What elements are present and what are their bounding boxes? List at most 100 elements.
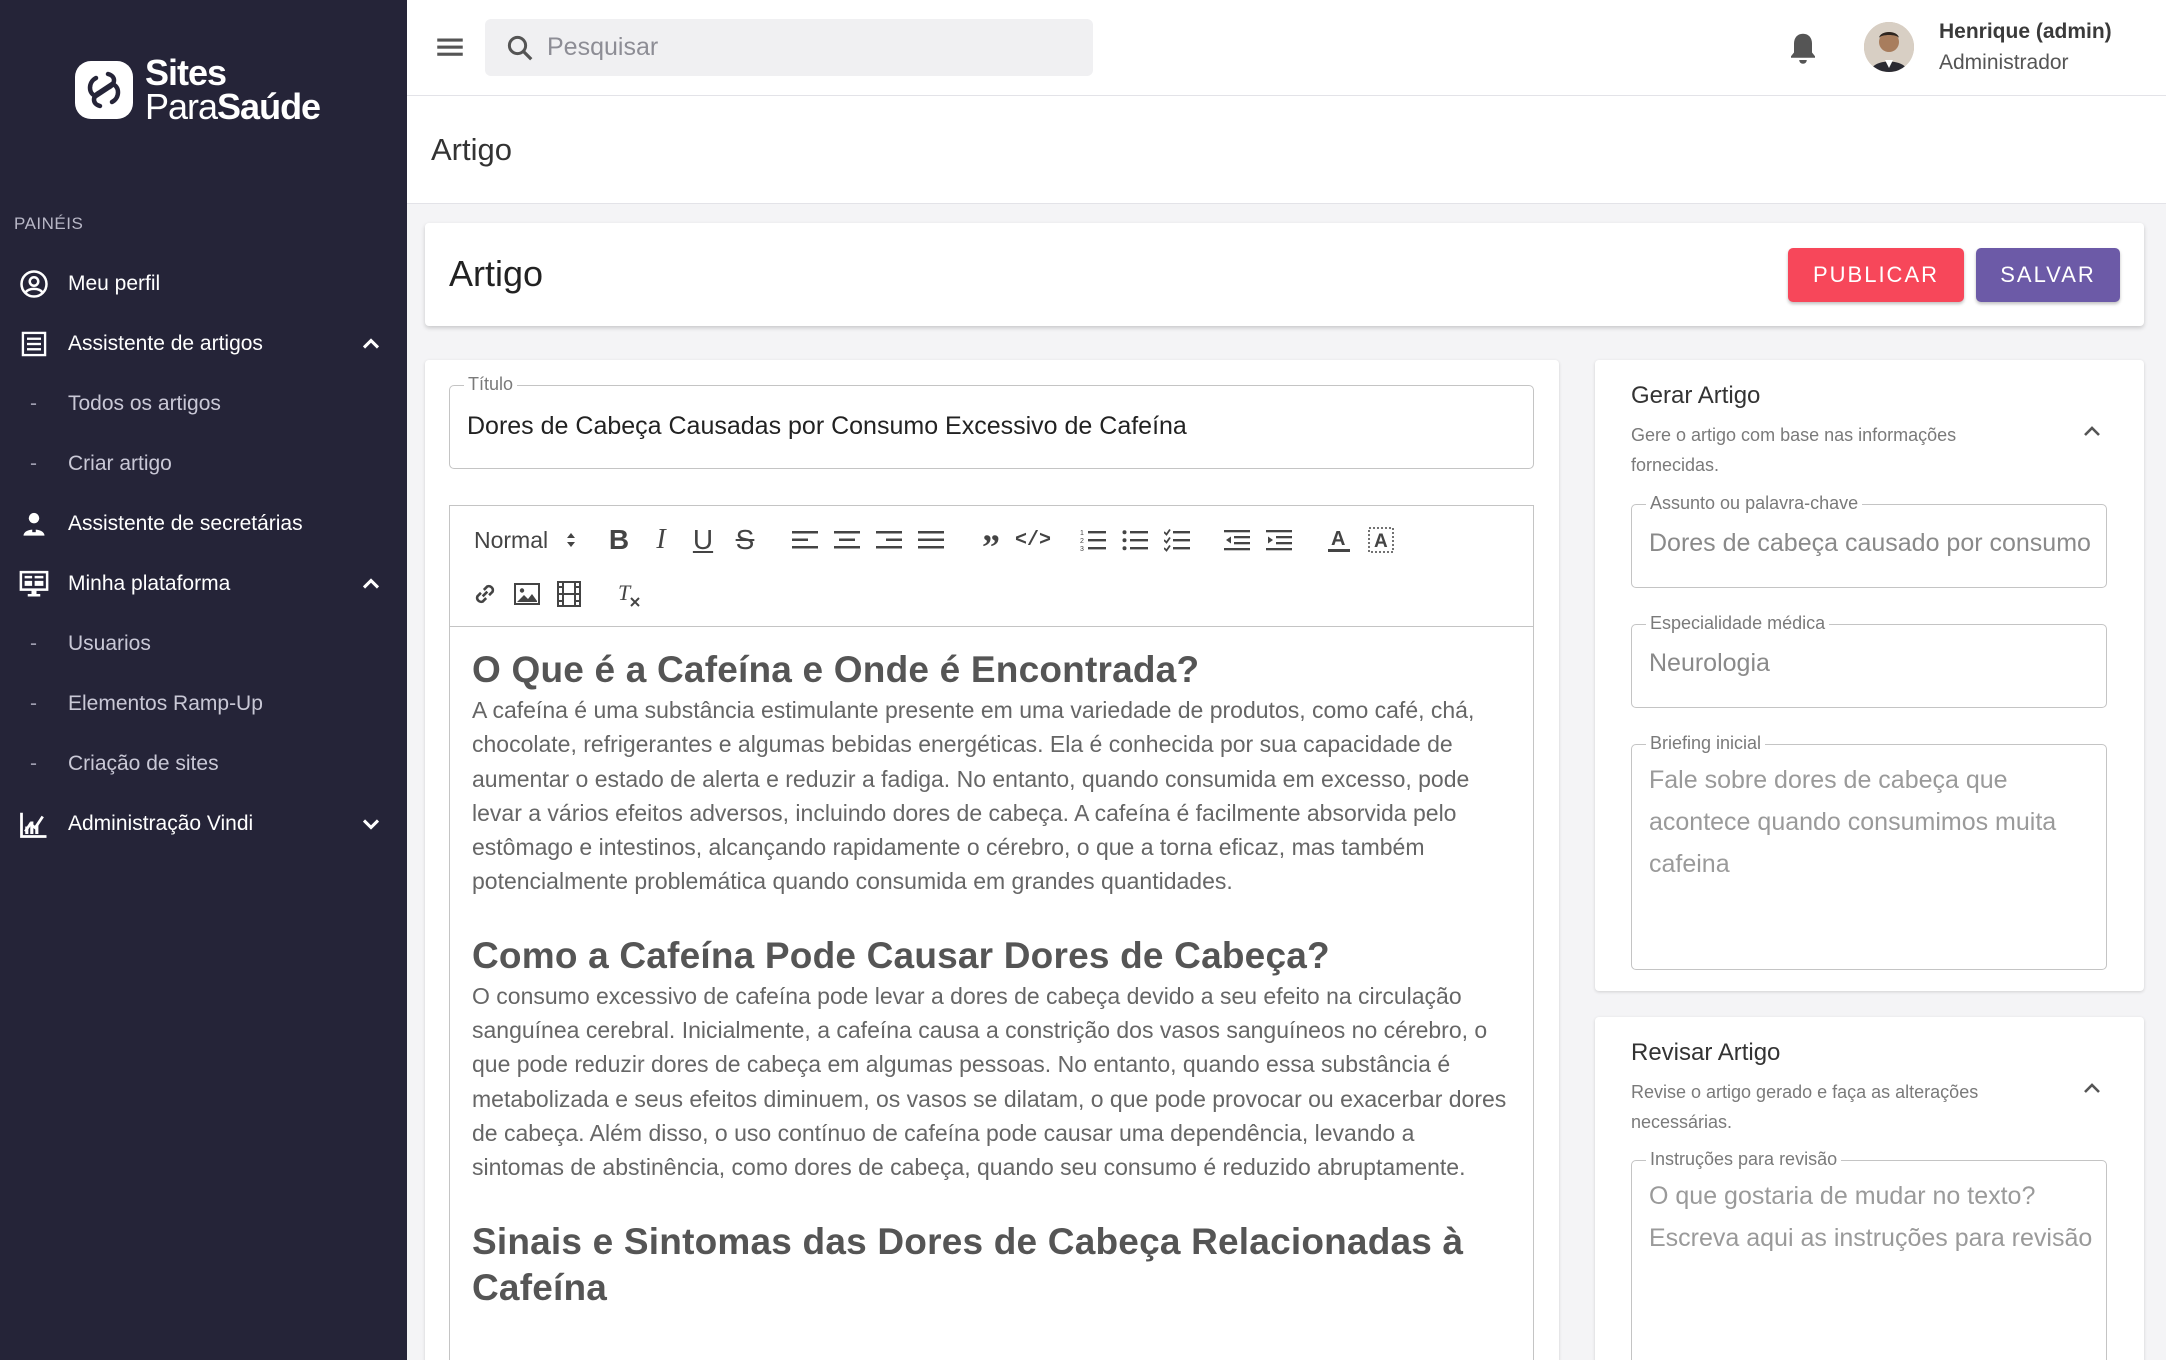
sidebar-item-label: Todos os artigos (68, 392, 221, 415)
content-heading: O Que é a Cafeína e Onde é Encontrada? (472, 649, 1200, 690)
quote-icon: ” (982, 527, 1000, 567)
code-icon: </> (1014, 528, 1051, 552)
sidebar-item-administracao-vindi[interactable]: Administração Vindi (0, 794, 407, 854)
video-button[interactable] (548, 573, 590, 615)
sidebar-item-criar-artigo[interactable]: - Criar artigo (0, 434, 407, 494)
topic-field-label: Assunto ou palavra-chave (1646, 493, 1863, 514)
svg-text:T: T (618, 580, 632, 605)
align-center-button[interactable] (826, 519, 868, 561)
submenu-dash: - (30, 452, 37, 475)
indent-button[interactable] (1258, 519, 1300, 561)
sidebar-item-label: Assistente de artigos (68, 332, 263, 355)
chevron-down-icon[interactable] (357, 810, 385, 838)
sidebar-item-label: Minha plataforma (68, 572, 231, 595)
title-field-value[interactable]: Dores de Cabeça Causadas por Consumo Exc… (467, 412, 1187, 441)
publish-button[interactable]: PUBLICAR (1788, 248, 1964, 302)
blockquote-button[interactable]: ” (970, 519, 1012, 565)
topic-field-value[interactable]: Dores de cabeça causado por consumo de c… (1649, 529, 2091, 558)
review-instructions-field[interactable]: Instruções para revisão O que gostaria d… (1631, 1149, 2109, 1360)
card-title: Artigo (449, 253, 544, 294)
chevron-up-icon[interactable] (357, 330, 385, 358)
sidebar-item-usuarios[interactable]: - Usuarios (0, 614, 407, 674)
image-button[interactable] (506, 573, 548, 615)
user-avatar[interactable] (1864, 22, 1914, 72)
specialty-field[interactable]: Especialidade médica Neurologia (1631, 613, 2107, 708)
bold-button[interactable]: B (598, 519, 640, 561)
code-block-button[interactable]: </> (1012, 519, 1054, 561)
logo-icon (75, 61, 133, 119)
background-color-button[interactable]: A (1360, 519, 1402, 561)
align-left-button[interactable] (784, 519, 826, 561)
support-agent-icon (18, 508, 50, 540)
sidebar-item-criacao-sites[interactable]: - Criação de sites (0, 734, 407, 794)
italic-icon: I (656, 524, 666, 555)
search-bar (485, 19, 1093, 76)
clear-format-button[interactable]: T (608, 573, 650, 615)
outdent-icon (1224, 530, 1250, 551)
align-left-icon (792, 531, 818, 549)
checklist-button[interactable] (1156, 519, 1198, 561)
sidebar-item-assistente-artigos[interactable]: Assistente de artigos (0, 314, 407, 374)
sidebar-item-todos-artigos[interactable]: - Todos os artigos (0, 374, 407, 434)
sidebar-item-label: Administração Vindi (68, 812, 254, 835)
clear-format-icon: T (618, 580, 640, 607)
checklist-icon (1164, 528, 1190, 552)
chevron-up-icon[interactable] (2080, 420, 2104, 444)
topic-field[interactable]: Assunto ou palavra-chave Dores de cabeça… (1631, 493, 2107, 588)
sidebar-item-elementos-ramp-up[interactable]: - Elementos Ramp-Up (0, 674, 407, 734)
link-button[interactable] (464, 573, 506, 615)
generate-card-title: Gerar Artigo (1631, 382, 1761, 409)
hamburger-menu-icon[interactable] (433, 30, 467, 64)
sidebar-item-label: Criar artigo (68, 452, 172, 475)
review-instructions-placeholder[interactable]: O que gostaria de mudar no texto? Escrev… (1649, 1175, 2109, 1259)
chevron-up-icon[interactable] (357, 570, 385, 598)
svg-text:1: 1 (1080, 530, 1084, 537)
bullet-list-icon (1122, 530, 1148, 551)
text-color-icon: A (1328, 528, 1350, 552)
select-arrows-icon (567, 533, 575, 547)
text-color-button[interactable]: A (1318, 519, 1360, 561)
align-right-button[interactable] (868, 519, 910, 561)
sidebar-item-meu-perfil[interactable]: Meu perfil (0, 254, 407, 314)
title-field[interactable]: Título Dores de Cabeça Causadas por Cons… (449, 374, 1534, 469)
outdent-button[interactable] (1216, 519, 1258, 561)
account-circle-icon (18, 268, 50, 300)
sidebar: Sites ParaSaúde PAINÉIS Meu perfil Assis… (0, 0, 407, 1360)
video-icon (557, 581, 581, 607)
italic-button[interactable]: I (640, 519, 682, 561)
ordered-list-button[interactable]: 123 (1072, 519, 1114, 561)
save-button[interactable]: SALVAR (1976, 248, 2120, 302)
article-header-card: Artigo PUBLICAR SALVAR (425, 223, 2144, 326)
page-title: Artigo (431, 132, 512, 167)
user-name: Henrique (admin) (1939, 20, 2112, 43)
brand-line2-a: Para (145, 86, 218, 127)
review-card-title: Revisar Artigo (1631, 1039, 1781, 1066)
generate-card-description: Gere o artigo com base nas informações f… (1631, 425, 1957, 475)
align-right-icon (876, 531, 902, 549)
sidebar-item-label: Assistente de secretárias (68, 512, 303, 535)
svg-text:A: A (1331, 528, 1345, 550)
align-justify-button[interactable] (910, 519, 952, 561)
paragraph-format-value: Normal (474, 526, 549, 553)
notification-bell-icon[interactable] (1785, 28, 1821, 68)
sidebar-item-minha-plataforma[interactable]: Minha plataforma (0, 554, 407, 614)
chevron-up-icon[interactable] (2080, 1077, 2104, 1101)
briefing-field-value[interactable]: Fale sobre dores de cabeça que acontece … (1649, 759, 2109, 885)
bullet-list-button[interactable] (1114, 519, 1156, 561)
briefing-field[interactable]: Briefing inicial Fale sobre dores de cab… (1631, 733, 2109, 970)
sidebar-item-assistente-secretarias[interactable]: Assistente de secretárias (0, 494, 407, 554)
brand-logo[interactable]: Sites ParaSaúde (75, 55, 321, 127)
submenu-dash: - (30, 632, 37, 655)
search-input[interactable] (547, 33, 1047, 62)
specialty-field-value[interactable]: Neurologia (1649, 649, 1770, 678)
paragraph-format-select[interactable]: Normal (450, 519, 590, 561)
content-heading: Como a Cafeína Pode Causar Dores de Cabe… (472, 934, 1330, 976)
sidebar-item-label: Usuarios (68, 632, 151, 655)
analytics-icon (18, 808, 50, 840)
generate-article-card: Gerar Artigo Gere o artigo com base nas … (1595, 360, 2144, 991)
editor-content[interactable]: O Que é a Cafeína e Onde é Encontrada? A… (449, 626, 1534, 1360)
strike-button[interactable]: S (724, 519, 766, 561)
underline-button[interactable]: U (682, 519, 724, 561)
search-icon (507, 35, 533, 60)
review-card-description: Revise o artigo gerado e faça as alteraç… (1631, 1082, 1979, 1132)
